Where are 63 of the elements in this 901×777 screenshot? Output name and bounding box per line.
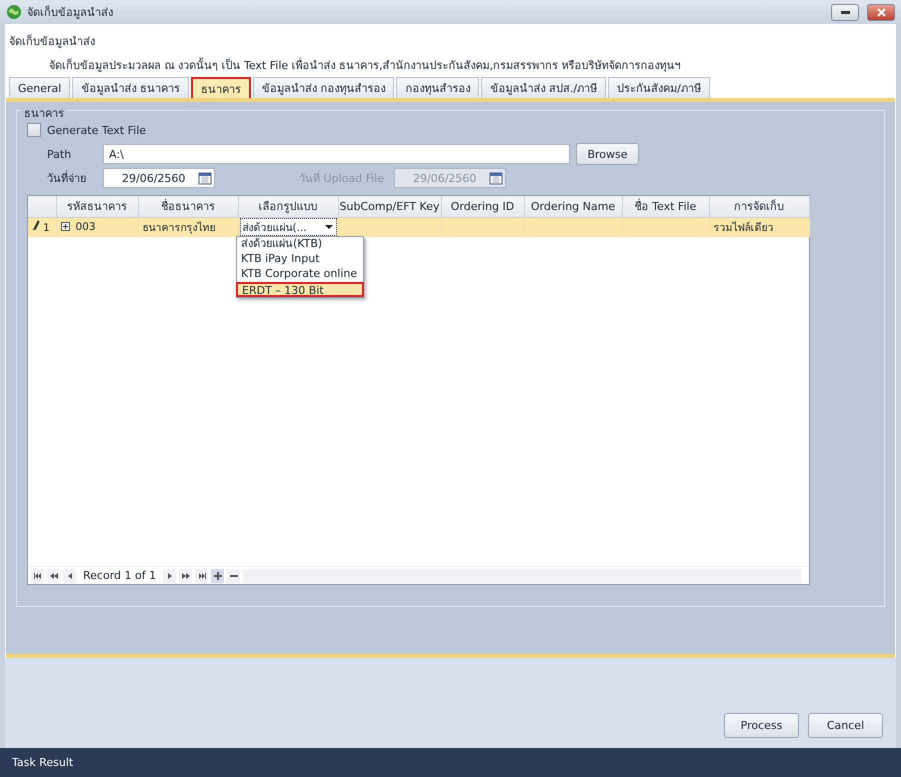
table-cell: รวมไฟล์เดียว <box>709 217 809 237</box>
path-label: Path <box>46 148 72 160</box>
expand-icon[interactable] <box>60 222 70 232</box>
dropdown-option[interactable]: KTB iPay Input <box>237 252 363 267</box>
horizontal-scrollbar[interactable] <box>243 568 801 582</box>
tab[interactable]: ธนาคาร <box>190 77 251 98</box>
last-icon <box>198 572 206 580</box>
tab[interactable]: ข้อมูลนำส่ง สปส./ภาษี <box>481 77 606 98</box>
tab[interactable]: กองทุนสำรอง <box>396 77 480 98</box>
window-title: จัดเก็บข้อมูลนำส่ง <box>27 4 114 21</box>
date-label: วันที่จ่าย <box>46 170 87 187</box>
left-icon <box>66 572 74 580</box>
previous-page-button[interactable] <box>47 568 60 582</box>
header-cell <box>28 196 56 217</box>
double-left-icon <box>50 572 58 580</box>
column-header[interactable]: การจัดเก็บ <box>709 196 809 217</box>
next-button[interactable] <box>163 568 176 582</box>
minimize-button[interactable] <box>831 4 859 20</box>
calendar-icon[interactable] <box>198 171 212 185</box>
header-description: จัดเก็บข้อมูลประมวลผล ณ งวดนั้นๆ เป็น Text File เพื่อนำส่ง ธนาคาร,สำนักงานประกันสังคม,กรมสรรพากร หรือบริษัทจัดการกองทุนฯ <box>49 56 682 74</box>
checkbox[interactable] <box>27 123 41 137</box>
browse-button[interactable]: Browse <box>576 143 639 165</box>
tab[interactable]: ประกันสังคม/ภาษี <box>608 77 710 98</box>
globe-icon <box>6 4 22 20</box>
plus-icon <box>214 572 222 580</box>
table-cell: ธนาคารกรุงไทย <box>138 217 238 237</box>
row-indicator: 1 <box>28 217 56 237</box>
status-text: Task Result <box>12 756 74 769</box>
last-page-button[interactable] <box>195 568 208 582</box>
table-cell: 003 <box>56 217 138 237</box>
remove-button[interactable] <box>227 568 240 582</box>
dialog-button[interactable]: Cancel <box>808 713 883 738</box>
dropdown-option[interactable]: ส่งด้วยแผ่น(KTB) <box>237 237 363 252</box>
add-button[interactable] <box>211 568 224 582</box>
first-page-button[interactable] <box>31 568 44 582</box>
date-field[interactable]: 29/06/2560 <box>103 168 215 188</box>
path-field[interactable]: A:\ <box>103 144 570 164</box>
close-icon <box>876 8 886 16</box>
format-combo[interactable]: ส่งด้วยแผ่น(... <box>240 218 336 236</box>
first-icon <box>34 572 42 580</box>
right-icon <box>166 572 174 580</box>
next-page-button[interactable] <box>179 568 192 582</box>
close-button[interactable] <box>867 4 895 20</box>
column-header[interactable]: Ordering ID <box>441 196 524 217</box>
column-header[interactable]: ชื่อธนาคาร <box>138 196 238 217</box>
tab[interactable]: ข้อมูลนำส่ง ธนาคาร <box>72 77 189 98</box>
dropdown-option[interactable]: ERDT – 130 Bit <box>236 282 364 297</box>
header-title: จัดเก็บข้อมูลนำส่ง <box>9 33 96 50</box>
previous-button[interactable] <box>63 568 76 582</box>
column-header[interactable]: SubComp/EFT Key <box>338 196 441 217</box>
column-header[interactable]: ชื่อ Text File <box>622 196 709 217</box>
tab[interactable]: ข้อมูลนำส่ง กองทุนสำรอง <box>252 77 394 98</box>
pencil-icon <box>32 220 40 232</box>
column-header[interactable]: รหัสธนาคาร <box>56 196 138 217</box>
checkbox-label: Generate Text File <box>47 124 146 136</box>
column-header[interactable]: เลือกรูปแบบ <box>238 196 338 217</box>
column-header[interactable]: Ordering Name <box>524 196 622 217</box>
double-right-icon <box>182 572 190 580</box>
dropdown-option[interactable]: KTB Corporate online <box>237 267 363 282</box>
record-counter: Record 1 of 1 <box>83 569 156 582</box>
minimize-icon <box>840 10 850 14</box>
tab[interactable]: General <box>9 77 70 98</box>
dialog-button[interactable]: Process <box>724 713 799 738</box>
